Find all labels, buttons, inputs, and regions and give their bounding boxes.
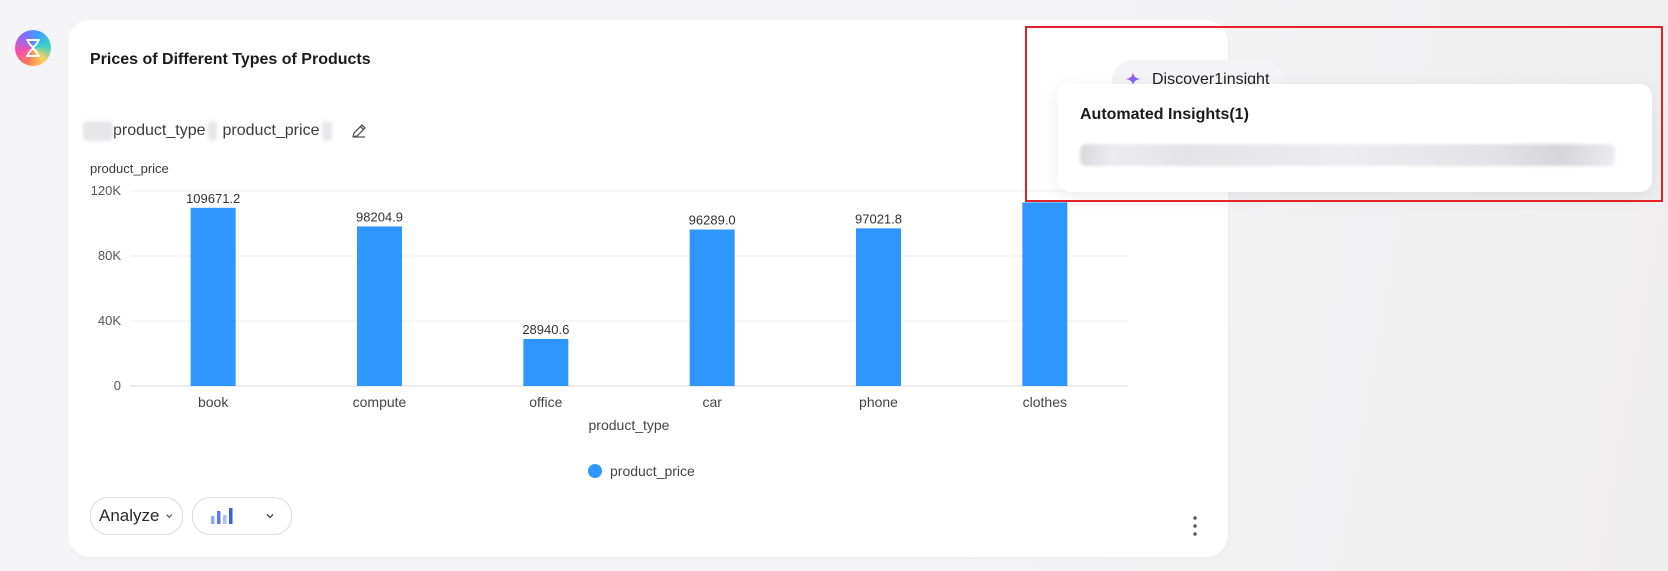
data-label: 28940.6 [522, 322, 569, 337]
legend-label: product_price [610, 463, 695, 479]
x-tick-label: car [702, 394, 722, 410]
hourglass-icon [26, 39, 40, 57]
query-token-dimension: product_type [113, 122, 206, 139]
bar-book [190, 207, 236, 386]
chart-legend[interactable]: product_price [588, 463, 695, 479]
data-label: 109671.2 [186, 191, 240, 206]
x-tick-label: clothes [1023, 394, 1067, 410]
insights-title: Automated Insights(1) [1080, 106, 1249, 123]
data-label: 96289.0 [689, 213, 736, 228]
bar-chart-icon [211, 508, 233, 524]
bar-clothes [1022, 202, 1068, 386]
app-logo [15, 30, 51, 66]
y-tick-label: 0 [114, 378, 121, 393]
bottom-toolbar: Analyze [90, 497, 292, 535]
bar-chart: product_price 0 40K 80K 120K 109671.2 book 9820… [90, 161, 1128, 433]
bar-car [689, 229, 735, 386]
x-tick-label: phone [859, 394, 898, 410]
x-tick-label: book [198, 394, 229, 410]
legend-marker [588, 464, 602, 478]
y-tick-label: 120K [91, 183, 122, 198]
chart-card: Prices of Different Types of Products pr… [68, 20, 1284, 557]
chevron-down-icon [266, 514, 274, 519]
more-options-icon[interactable] [1190, 514, 1200, 538]
x-tick-label: office [529, 394, 562, 410]
analyze-dropdown[interactable]: Analyze [90, 497, 183, 535]
chevron-down-icon [166, 514, 173, 519]
redacted-token [83, 121, 113, 141]
redacted-token [207, 121, 217, 141]
edit-pencil-icon[interactable] [350, 122, 368, 140]
data-label: 98204.9 [356, 209, 403, 224]
chart-type-dropdown[interactable] [192, 497, 292, 535]
insight-item-redacted[interactable] [1080, 144, 1615, 166]
bar-office [523, 338, 569, 386]
automated-insights-panel: Automated Insights(1) [1058, 84, 1652, 192]
query-token-measure: product_price [222, 122, 320, 139]
y-axis-title: product_price [90, 161, 169, 176]
x-tick-label: compute [353, 394, 407, 410]
data-label: 97021.8 [855, 211, 902, 226]
analyze-label: Analyze [99, 506, 160, 525]
x-axis-title: product_type [589, 417, 670, 433]
query-row: product_type product_price [83, 110, 368, 152]
redacted-token [322, 121, 333, 141]
y-tick-label: 40K [98, 313, 121, 328]
bar-compute [357, 226, 402, 386]
y-tick-label: 80K [98, 248, 121, 263]
bar-phone [856, 228, 901, 386]
card-title: Prices of Different Types of Products [90, 51, 371, 68]
